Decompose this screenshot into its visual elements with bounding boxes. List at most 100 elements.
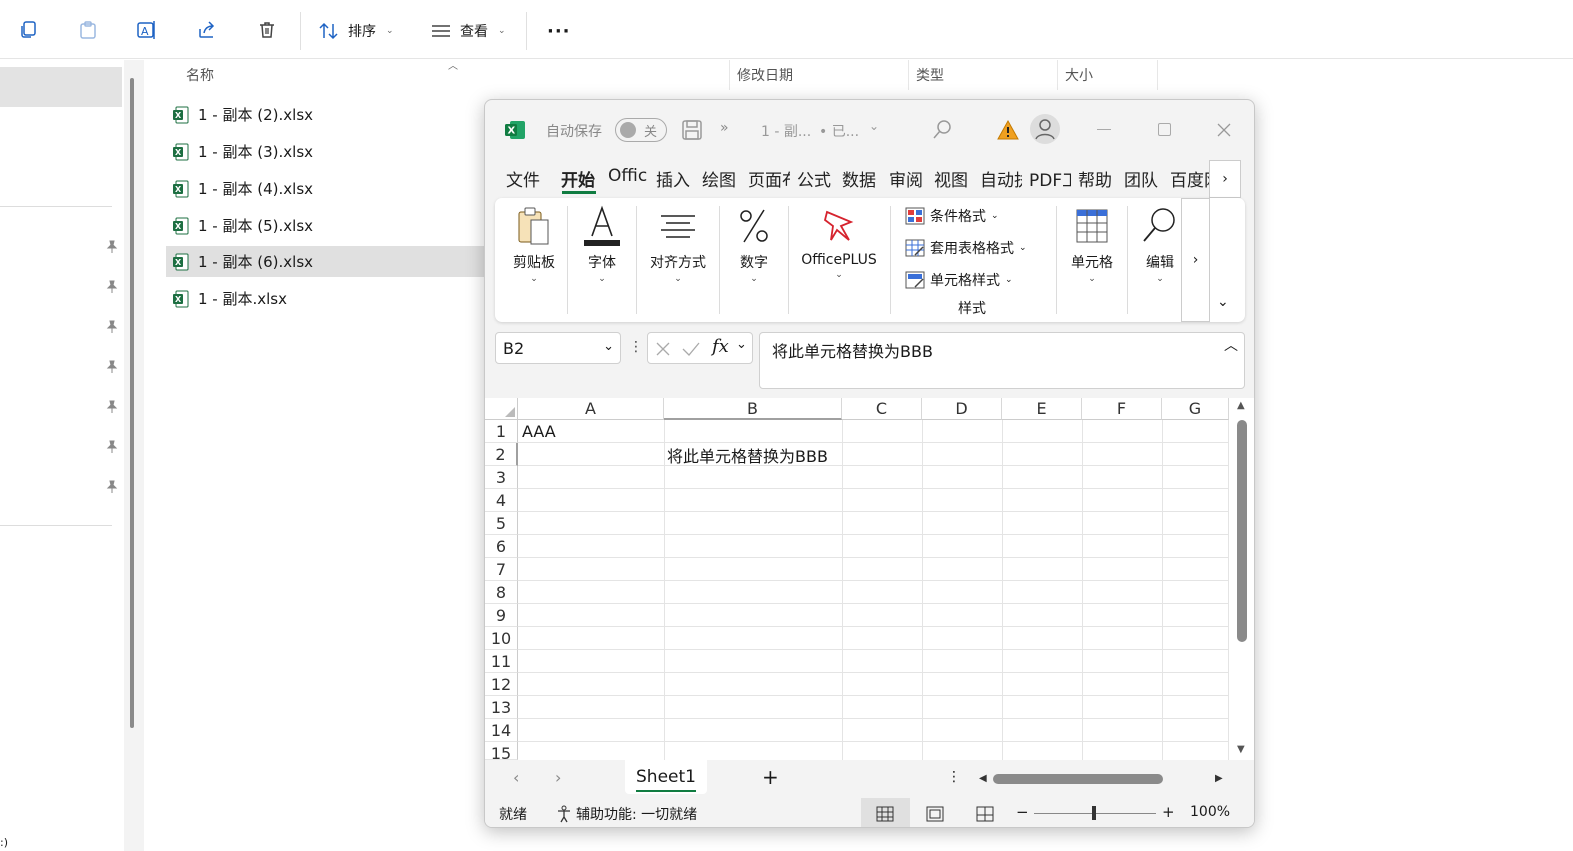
- tab-office[interactable]: Offic: [608, 166, 650, 186]
- ribbon-expand-button[interactable]: ⌄: [1217, 294, 1229, 310]
- tab-draw[interactable]: 绘图: [702, 166, 742, 191]
- row-header[interactable]: 1: [485, 420, 518, 443]
- accessibility-icon[interactable]: [555, 805, 573, 823]
- file-row[interactable]: X 1 - 副本 (4).xlsx: [166, 173, 484, 204]
- share-icon[interactable]: [194, 17, 220, 43]
- scroll-down-icon[interactable]: ▼: [1237, 744, 1245, 755]
- alignment-group[interactable]: 对齐方式 ⌄: [641, 198, 715, 322]
- column-header-e[interactable]: E: [1002, 398, 1082, 420]
- cell-b2[interactable]: 将此单元格替换为BBB: [667, 443, 828, 466]
- column-header-f[interactable]: F: [1082, 398, 1162, 420]
- more-vertical-icon[interactable]: ⋮: [947, 769, 961, 785]
- close-icon[interactable]: [1216, 122, 1232, 138]
- column-header-a[interactable]: A: [518, 398, 664, 420]
- minimize-button[interactable]: [1097, 129, 1111, 130]
- file-row-selected[interactable]: X 1 - 副本 (6).xlsx: [166, 246, 484, 277]
- chevron-up-icon[interactable]: ︿: [1224, 335, 1238, 355]
- insert-function-button[interactable]: fx: [712, 336, 729, 357]
- copy-icon[interactable]: [15, 17, 41, 43]
- column-header-size[interactable]: 大小: [1057, 60, 1157, 90]
- row-header[interactable]: 4: [485, 489, 518, 512]
- column-header-c[interactable]: C: [842, 398, 922, 420]
- tabs-scroll-right-button[interactable]: ›: [1209, 160, 1241, 198]
- column-divider[interactable]: [1157, 60, 1158, 90]
- next-sheet-icon[interactable]: ›: [555, 768, 561, 787]
- paste-icon[interactable]: [75, 17, 101, 43]
- tab-baidu[interactable]: 百度网: [1170, 166, 1212, 191]
- scroll-right-icon[interactable]: ▶: [1215, 773, 1223, 784]
- pin-icon[interactable]: [105, 240, 119, 254]
- save-icon[interactable]: [681, 119, 703, 141]
- avatar[interactable]: [1030, 114, 1060, 144]
- sheet-tab-sheet1[interactable]: Sheet1: [625, 760, 707, 794]
- zoom-in-button[interactable]: +: [1162, 803, 1175, 821]
- tab-insert[interactable]: 插入: [656, 166, 696, 191]
- cell-a1[interactable]: AAA: [522, 420, 556, 443]
- warning-icon[interactable]: [997, 119, 1019, 141]
- row-header[interactable]: 13: [485, 696, 518, 719]
- select-all-button[interactable]: [485, 398, 518, 420]
- row-header[interactable]: 5: [485, 512, 518, 535]
- tab-review[interactable]: 审阅: [889, 166, 929, 191]
- nav-selected-item[interactable]: [0, 67, 122, 107]
- tab-help[interactable]: 帮助: [1078, 166, 1118, 191]
- file-row[interactable]: X 1 - 副本 (3).xlsx: [166, 136, 484, 167]
- accessibility-status[interactable]: 辅助功能: 一切就绪: [576, 804, 697, 824]
- column-header-b[interactable]: B: [664, 398, 842, 420]
- tab-formulas[interactable]: 公式: [797, 166, 837, 191]
- delete-icon[interactable]: [254, 17, 280, 43]
- tab-automate[interactable]: 自动执: [980, 166, 1022, 191]
- ribbon-scroll-right-button[interactable]: ›: [1181, 198, 1210, 322]
- format-as-table-button[interactable]: 套用表格格式 ⌄: [905, 238, 1027, 258]
- cancel-icon[interactable]: [655, 341, 671, 357]
- vertical-scrollbar[interactable]: ▲ ▼: [1230, 398, 1254, 760]
- pin-icon[interactable]: [105, 480, 119, 494]
- normal-view-button[interactable]: [861, 798, 910, 827]
- tab-file[interactable]: 文件: [506, 166, 546, 191]
- zoom-slider-handle[interactable]: [1092, 806, 1096, 820]
- qat-more-button[interactable]: »: [720, 120, 729, 136]
- file-row[interactable]: X 1 - 副本 (2).xlsx: [166, 99, 484, 130]
- pin-icon[interactable]: [105, 320, 119, 334]
- page-break-view-icon[interactable]: [976, 806, 994, 822]
- column-header-type[interactable]: 类型: [908, 60, 1058, 90]
- worksheet-grid[interactable]: A B C D E F G 1 2 3 4 5 6 7 8 9 10 11 12…: [485, 398, 1254, 760]
- scrollbar-thumb[interactable]: [1237, 420, 1247, 642]
- row-header[interactable]: 8: [485, 581, 518, 604]
- pin-icon[interactable]: [105, 280, 119, 294]
- row-header[interactable]: 10: [485, 627, 518, 650]
- scrollbar-thumb[interactable]: [130, 78, 134, 728]
- pin-icon[interactable]: [105, 440, 119, 454]
- row-header[interactable]: 14: [485, 719, 518, 742]
- row-header[interactable]: 3: [485, 466, 518, 489]
- row-header[interactable]: 12: [485, 673, 518, 696]
- chevron-down-icon[interactable]: ⌄: [603, 339, 614, 354]
- maximize-button[interactable]: [1158, 123, 1171, 136]
- pin-icon[interactable]: [105, 400, 119, 414]
- font-group[interactable]: 字体 ⌄: [573, 198, 631, 322]
- column-header-modified[interactable]: 修改日期: [729, 60, 909, 90]
- horizontal-scrollbar-thumb[interactable]: [993, 774, 1163, 784]
- autosave-toggle[interactable]: 关: [615, 118, 667, 142]
- tab-data[interactable]: 数据: [842, 166, 882, 191]
- row-header[interactable]: 6: [485, 535, 518, 558]
- file-row[interactable]: X 1 - 副本 (5).xlsx: [166, 210, 484, 241]
- document-title[interactable]: 1 - 副...: [761, 121, 811, 141]
- officeplus-group[interactable]: OfficePLUS ⌄: [793, 198, 885, 322]
- formula-input[interactable]: 将此单元格替换为BBB ︿: [759, 332, 1245, 389]
- tab-home[interactable]: 开始: [561, 166, 601, 191]
- search-icon[interactable]: [931, 119, 953, 141]
- scroll-left-icon[interactable]: ◀: [979, 773, 987, 784]
- tab-view[interactable]: 视图: [934, 166, 974, 191]
- zoom-level[interactable]: 100%: [1190, 804, 1230, 820]
- cells-group[interactable]: 单元格 ⌄: [1061, 198, 1123, 322]
- chevron-down-icon[interactable]: ⌄: [736, 337, 747, 352]
- zoom-out-button[interactable]: −: [1016, 803, 1029, 821]
- tab-page-layout[interactable]: 页面布: [748, 166, 790, 191]
- file-row[interactable]: X 1 - 副本.xlsx: [166, 283, 484, 314]
- row-header[interactable]: 2: [485, 443, 518, 466]
- row-header[interactable]: 9: [485, 604, 518, 627]
- more-options-button[interactable]: ···: [547, 16, 571, 46]
- row-header[interactable]: 11: [485, 650, 518, 673]
- clipboard-group[interactable]: 剪贴板 ⌄: [503, 198, 565, 322]
